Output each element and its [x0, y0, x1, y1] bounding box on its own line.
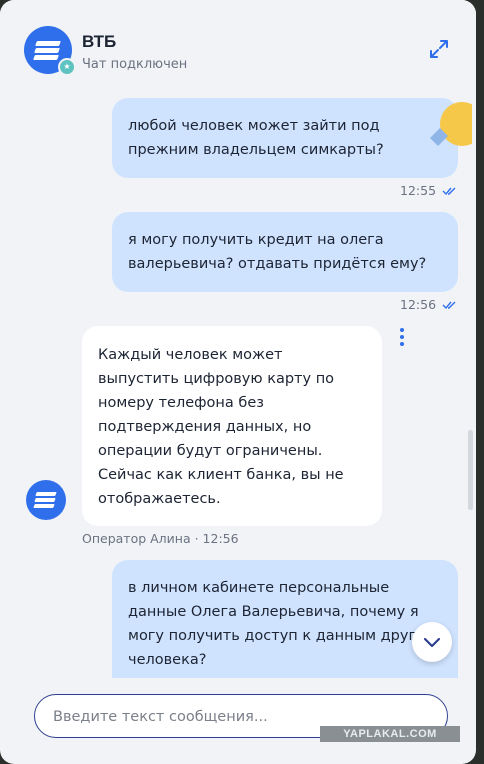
message-time: 12:56	[400, 297, 437, 312]
operator-avatar	[26, 480, 66, 520]
watermark: YAPLAKAL.COM	[320, 726, 460, 742]
chat-widget: ★ ВТБ Чат подключен любой человек может …	[0, 0, 476, 764]
double-check-icon	[442, 301, 456, 310]
message-text: в личном кабинете персональные данные Ол…	[128, 580, 442, 668]
chat-title: ВТБ	[82, 32, 117, 51]
double-check-icon	[442, 187, 456, 196]
scroll-down-button[interactable]	[412, 622, 452, 662]
scrollbar[interactable]	[468, 430, 473, 510]
sticker-icon	[430, 102, 472, 146]
chevron-down-icon	[423, 637, 441, 648]
message-bubble-outgoing: я могу получить кредит на олега валерьев…	[112, 212, 458, 292]
chat-status: Чат подключен	[82, 57, 188, 72]
message-bubble-outgoing: любой человек может зайти под прежним вл…	[112, 98, 458, 178]
more-vertical-icon[interactable]	[396, 328, 408, 348]
message-bubble-incoming: Каждый человек может выпустить цифровую …	[82, 326, 382, 526]
message-list[interactable]: любой человек может зайти под прежним вл…	[0, 88, 476, 678]
message-text: любой человек может зайти под прежним вл…	[128, 118, 384, 158]
message-bubble-outgoing: в личном кабинете персональные данные Ол…	[112, 560, 458, 678]
message-text: я могу получить кредит на олега валерьев…	[128, 232, 427, 272]
expand-icon[interactable]	[428, 38, 450, 60]
chat-header: ★ ВТБ Чат подключен	[0, 0, 476, 88]
message-time: 12:55	[400, 183, 437, 198]
operator-meta: Оператор Алина · 12:56	[82, 531, 239, 546]
message-text: Каждый человек может выпустить цифровую …	[98, 347, 344, 507]
online-status-icon: ★	[58, 58, 76, 76]
